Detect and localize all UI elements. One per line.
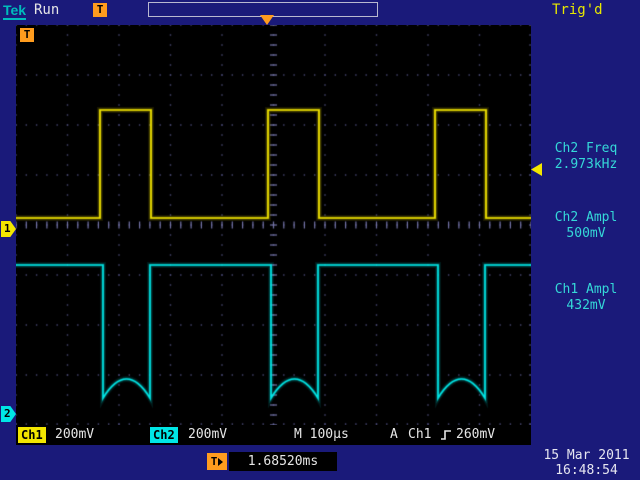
- measurement-ch2-ampl: Ch2 Ampl 500mV: [533, 210, 639, 242]
- arrow-right-icon: [218, 458, 223, 466]
- trigger-level-readout: 260mV: [456, 427, 495, 443]
- scope-canvas: [16, 25, 531, 425]
- ch2-ground-marker: 2: [1, 406, 16, 422]
- timebase-readout: M 100µs: [294, 427, 349, 443]
- scope-screen: T Ch1 200mV Ch2 200mV M 100µs A Ch1 260m…: [16, 25, 531, 445]
- ch1-label-badge: Ch1: [18, 427, 46, 443]
- trigger-delay-value: 1.68520ms: [229, 452, 337, 471]
- measurement-label: Ch2 Ampl: [533, 210, 639, 226]
- readout-bar: Ch1 200mV Ch2 200mV M 100µs A Ch1 260mV: [16, 425, 531, 445]
- acquisition-status: Run: [34, 2, 59, 18]
- tek-logo: Tek: [3, 2, 26, 20]
- measurement-label: Ch2 Freq: [533, 141, 639, 157]
- trigger-status: Trig'd: [552, 2, 603, 18]
- trigger-time-readout: T 1.68520ms: [207, 452, 337, 471]
- trigger-marker-badge: T: [20, 28, 34, 42]
- measurement-ch2-freq: Ch2 Freq 2.973kHz: [533, 141, 639, 173]
- trigger-acq-readout: A: [390, 427, 398, 443]
- message-box: [148, 2, 378, 17]
- trigger-delay-badge: T: [207, 453, 227, 470]
- trigger-delay-t-label: T: [211, 453, 218, 470]
- ch2-scale-readout: 200mV: [188, 427, 227, 443]
- rising-edge-icon: [440, 428, 452, 442]
- ch2-label-badge: Ch2: [150, 427, 178, 443]
- ch1-scale-readout: 200mV: [55, 427, 94, 443]
- date-label: 15 Mar 2011: [535, 448, 638, 463]
- datetime: 15 Mar 2011 16:48:54: [535, 448, 638, 478]
- ch1-ground-marker: 1: [1, 221, 16, 237]
- time-label: 16:48:54: [535, 463, 638, 478]
- measurement-value: 2.973kHz: [533, 157, 639, 173]
- trigger-source-readout: Ch1: [408, 427, 431, 443]
- measurement-value: 500mV: [533, 226, 639, 242]
- measurement-label: Ch1 Ampl: [533, 282, 639, 298]
- trigger-t-badge: T: [93, 3, 107, 17]
- oscilloscope-display: Tek Run T Trig'd T Ch1 200mV Ch2 200mV M…: [0, 0, 640, 480]
- measurement-ch1-ampl: Ch1 Ampl 432mV: [533, 282, 639, 314]
- trigger-position-arrow-icon: [260, 15, 274, 25]
- measurement-value: 432mV: [533, 298, 639, 314]
